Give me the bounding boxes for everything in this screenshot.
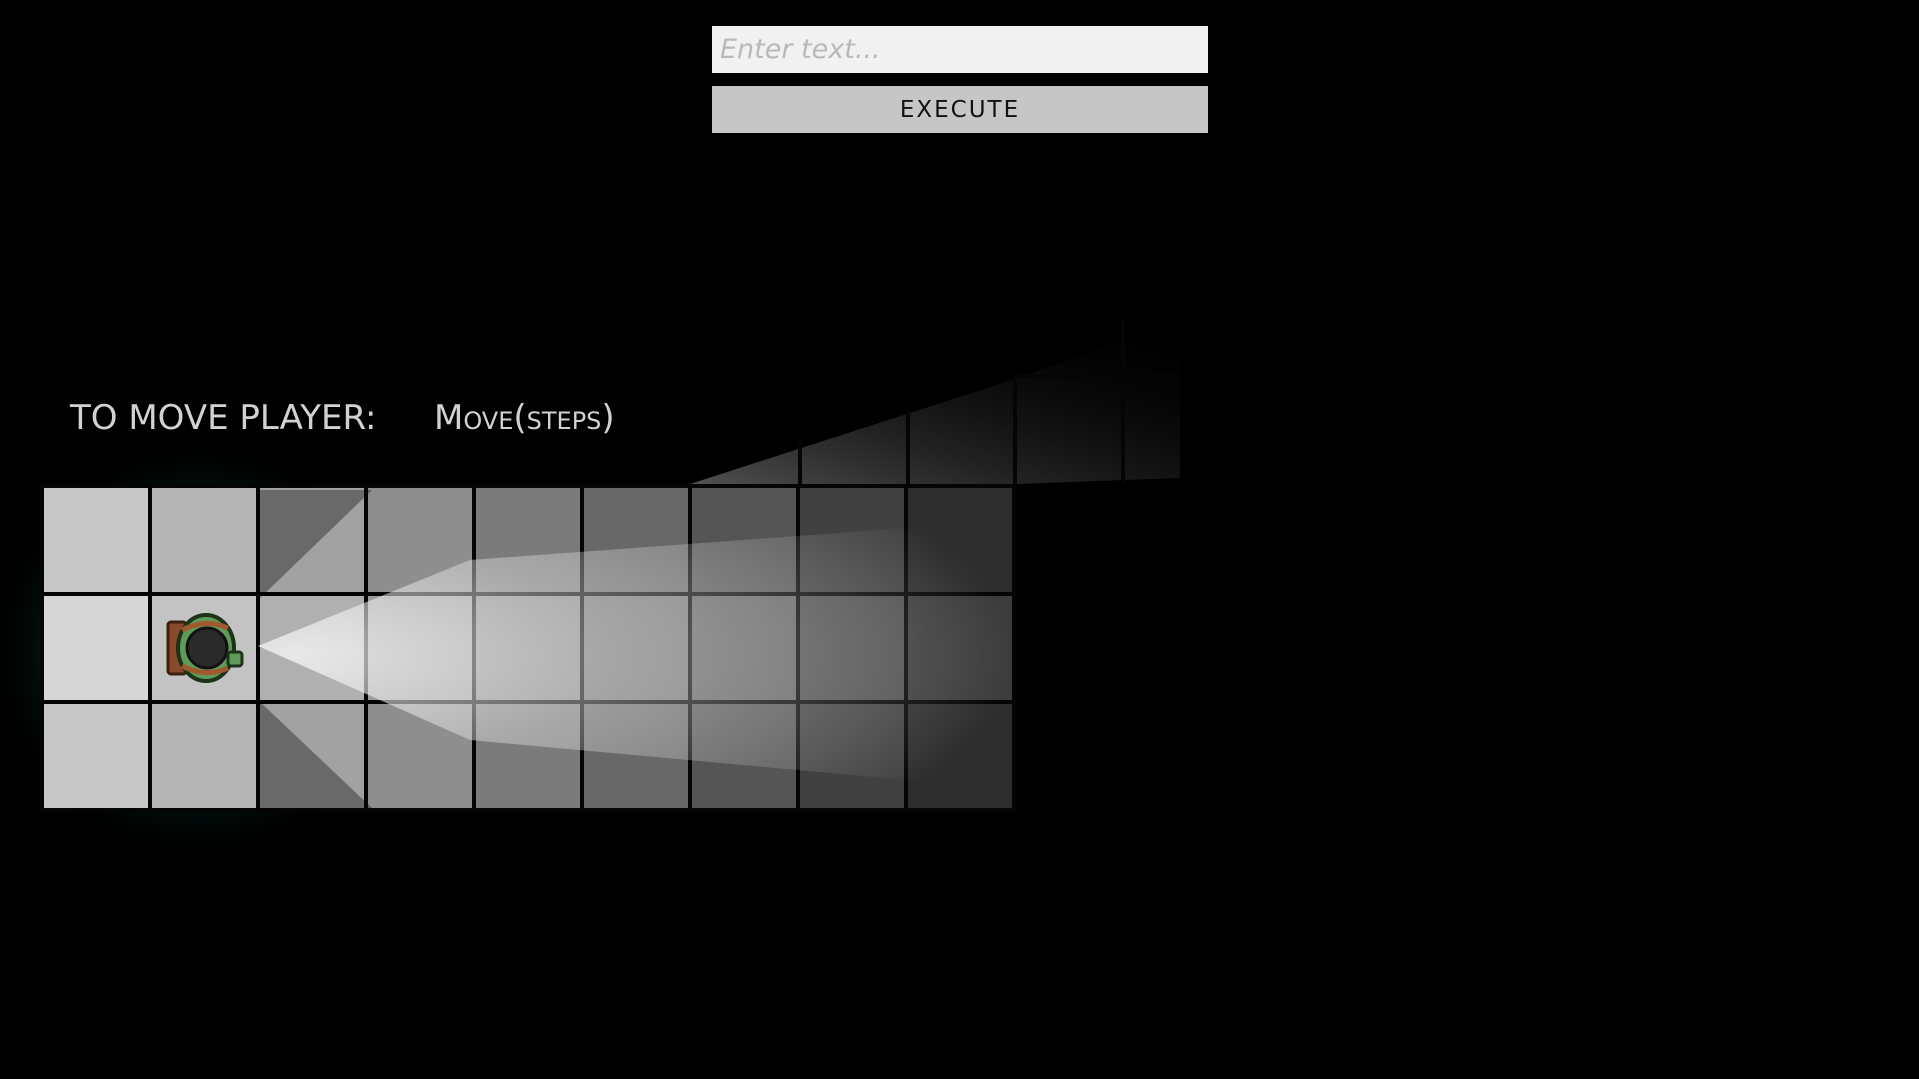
move-command-syntax: Move(steps) [434, 398, 615, 438]
tile-r0-c5 [584, 488, 688, 592]
tile-r1-c0 [44, 596, 148, 700]
tile-r1-c8 [908, 596, 1012, 700]
tile-r1-c2 [260, 596, 364, 700]
light-spill [690, 320, 1180, 484]
execute-button[interactable]: EXECUTE [712, 86, 1208, 133]
tile-r2-c2 [260, 704, 364, 808]
upper-grid-lines [798, 320, 1180, 484]
tile-r0-c2 [260, 488, 364, 592]
tile-r1-c6 [692, 596, 796, 700]
tile-r2-c4 [476, 704, 580, 808]
tile-r0-c0 [44, 488, 148, 592]
tile-r0-c3 [368, 488, 472, 592]
player-topdown-icon [166, 613, 244, 683]
tile-r2-c8 [908, 704, 1012, 808]
tile-r0-c7 [800, 488, 904, 592]
tile-r0-c1 [152, 488, 256, 592]
tile-r2-c0 [44, 704, 148, 808]
tile-r0-c8 [908, 488, 1012, 592]
tile-r2-c5 [584, 704, 688, 808]
tile-r2-c1 [152, 704, 256, 808]
move-instruction-label: TO MOVE PLAYER: [70, 398, 377, 438]
tile-r1-c7 [800, 596, 904, 700]
command-input[interactable] [712, 26, 1208, 73]
tile-r2-c3 [368, 704, 472, 808]
tile-r1-c5 [584, 596, 688, 700]
tile-r2-c7 [800, 704, 904, 808]
tile-r0-c6 [692, 488, 796, 592]
tile-r1-c4 [476, 596, 580, 700]
tile-r0-c4 [476, 488, 580, 592]
game-board [0, 320, 1180, 865]
tile-r1-c3 [368, 596, 472, 700]
tile-r2-c6 [692, 704, 796, 808]
game-viewport: TO MOVE PLAYER: Move(steps) EXECUTE [0, 0, 1919, 1079]
